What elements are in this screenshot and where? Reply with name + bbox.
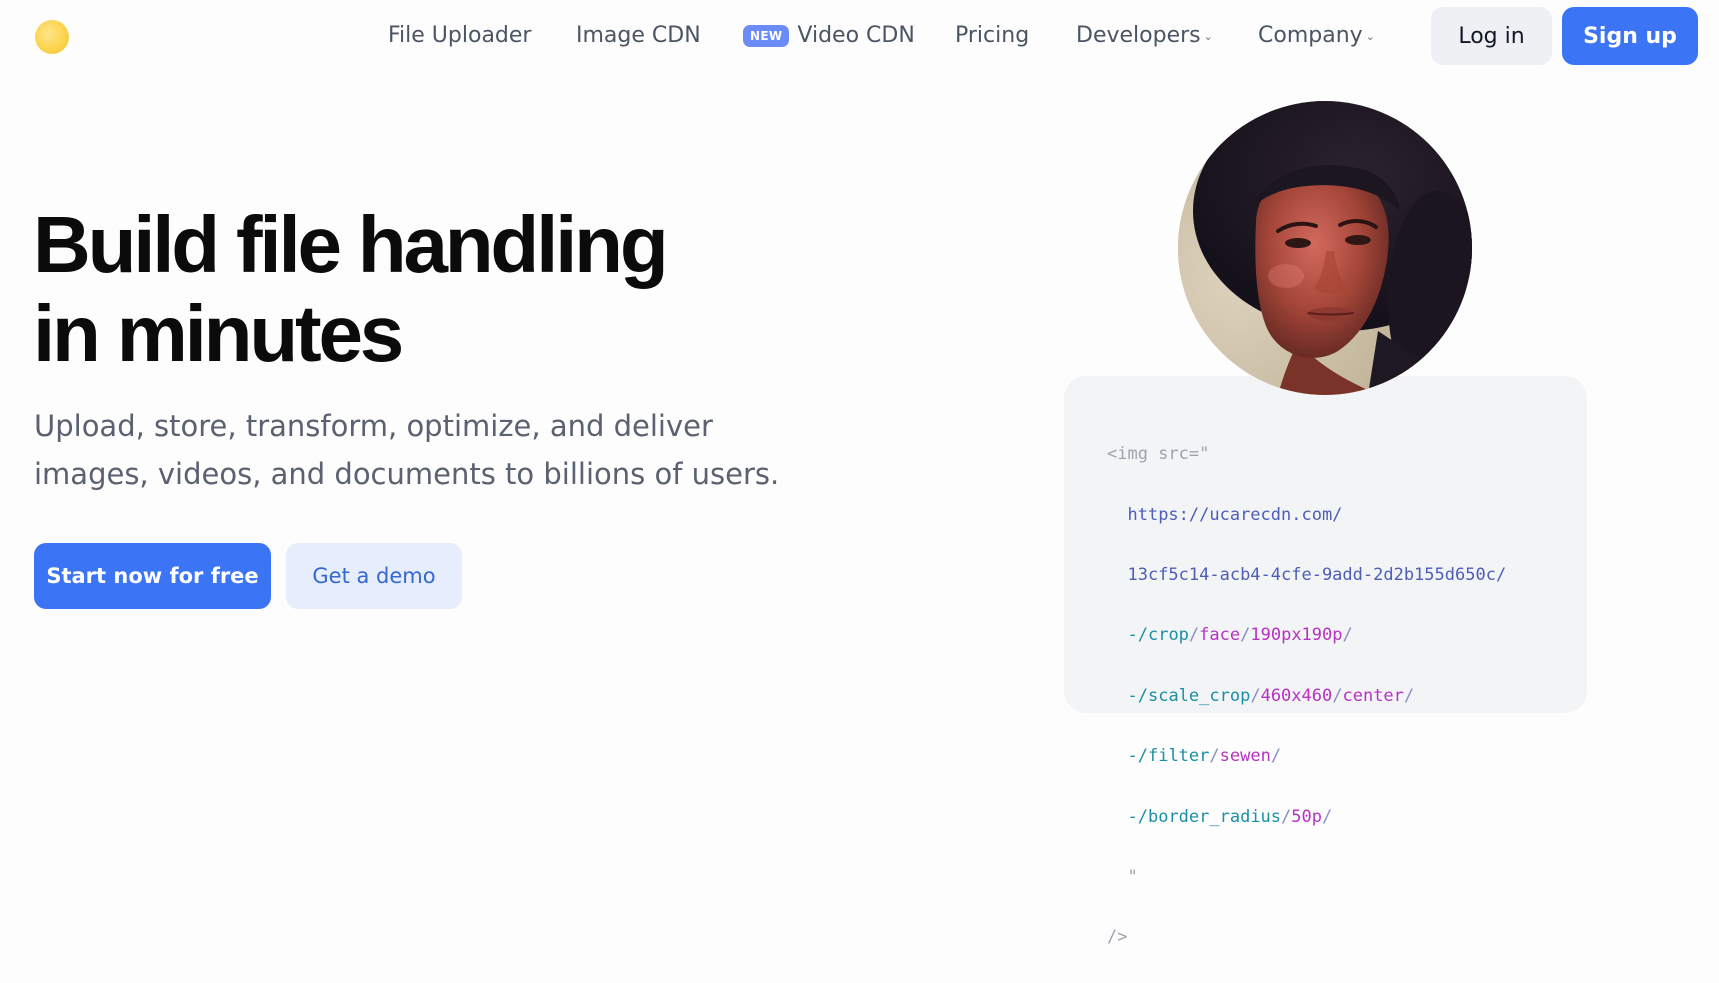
- code-param: center: [1342, 685, 1404, 706]
- hero-title-line: Build file handling: [33, 200, 669, 289]
- nav-label: Pricing: [955, 23, 1030, 48]
- code-op-prefix: -/: [1127, 685, 1148, 706]
- code-line: -/border_radius/50p/: [1107, 802, 1506, 832]
- code-line: -/crop/face/190px190p/: [1107, 620, 1506, 650]
- login-button[interactable]: Log in: [1431, 7, 1552, 65]
- code-sep: /: [1209, 746, 1220, 767]
- nav-developers[interactable]: Developers ⌄: [1076, 22, 1213, 50]
- chevron-down-icon: ⌄: [1203, 30, 1213, 43]
- code-sep: /: [1270, 746, 1282, 767]
- code-param: 460x460: [1260, 685, 1333, 706]
- code-line: https://ucarecdn.com/: [1107, 500, 1506, 530]
- code-op-prefix: -/: [1127, 746, 1148, 767]
- code-param: 50p: [1291, 806, 1322, 827]
- code-op: crop: [1147, 625, 1189, 646]
- nav-video-cdn[interactable]: NEW Video CDN: [743, 22, 915, 50]
- code-sep: /: [1188, 625, 1200, 646]
- code-host: https://ucarecdn.com/: [1127, 504, 1343, 525]
- nav-label: Developers: [1076, 23, 1201, 48]
- code-line: -/scale_crop/460x460/center/: [1107, 681, 1506, 711]
- avatar: [1178, 101, 1472, 395]
- code-op: filter: [1147, 746, 1210, 767]
- hero-subtitle-line: images, videos, and documents to billion…: [34, 457, 780, 491]
- code-sep: /: [1250, 685, 1261, 706]
- code-line: ": [1107, 862, 1506, 892]
- nav-label: Company: [1258, 23, 1363, 48]
- get-demo-button[interactable]: Get a demo: [286, 543, 462, 609]
- code-line: />: [1107, 922, 1506, 952]
- code-close-quote: ": [1127, 866, 1138, 887]
- signup-button[interactable]: Sign up: [1562, 7, 1698, 65]
- code-sep: /: [1342, 625, 1353, 646]
- nav-image-cdn[interactable]: Image CDN: [576, 22, 701, 50]
- nav-pricing[interactable]: Pricing: [955, 22, 1029, 50]
- logo-icon[interactable]: [35, 20, 69, 54]
- new-badge: NEW: [743, 25, 790, 47]
- code-sample: <img src=" https://ucarecdn.com/ 13cf5c1…: [1107, 409, 1506, 983]
- code-op-prefix: -/: [1127, 625, 1148, 646]
- chevron-down-icon: ⌄: [1365, 30, 1375, 43]
- nav-label: File Uploader: [388, 23, 532, 48]
- site-header: File Uploader Image CDN NEW Video CDN Pr…: [0, 0, 1719, 73]
- code-op: border_radius: [1147, 806, 1282, 827]
- nav-file-uploader[interactable]: File Uploader: [388, 22, 531, 50]
- nav-label: Video CDN: [797, 23, 915, 48]
- code-op: scale_crop: [1147, 685, 1251, 706]
- portrait-image: [1178, 101, 1472, 395]
- hero-title: Build file handling in minutes: [33, 200, 793, 378]
- code-sep: /: [1403, 685, 1415, 706]
- hero-title-line: in minutes: [33, 289, 404, 378]
- hero-subtitle-line: Upload, store, transform, optimize, and …: [34, 409, 713, 443]
- code-line: 13cf5c14-acb4-4cfe-9add-2d2b155d650c/: [1107, 560, 1506, 590]
- code-param: 190px190p: [1250, 625, 1343, 646]
- code-param: sewen: [1219, 746, 1271, 767]
- start-free-button[interactable]: Start now for free: [34, 543, 271, 609]
- code-line: <img src=": [1107, 439, 1506, 469]
- code-uuid: 13cf5c14-acb4-4cfe-9add-2d2b155d650c/: [1127, 564, 1507, 585]
- code-param: face: [1199, 625, 1241, 646]
- hero-subtitle: Upload, store, transform, optimize, and …: [34, 402, 814, 498]
- code-line: -/filter/sewen/: [1107, 741, 1506, 771]
- nav-company[interactable]: Company ⌄: [1258, 22, 1375, 50]
- code-open-tag: <img src=": [1107, 444, 1210, 465]
- code-sep: /: [1240, 625, 1251, 646]
- code-sep: /: [1281, 806, 1292, 827]
- nav-label: Image CDN: [576, 23, 701, 48]
- code-close-tag: />: [1107, 927, 1128, 948]
- code-sep: /: [1322, 806, 1333, 827]
- code-op-prefix: -/: [1127, 806, 1148, 827]
- code-sep: /: [1332, 685, 1343, 706]
